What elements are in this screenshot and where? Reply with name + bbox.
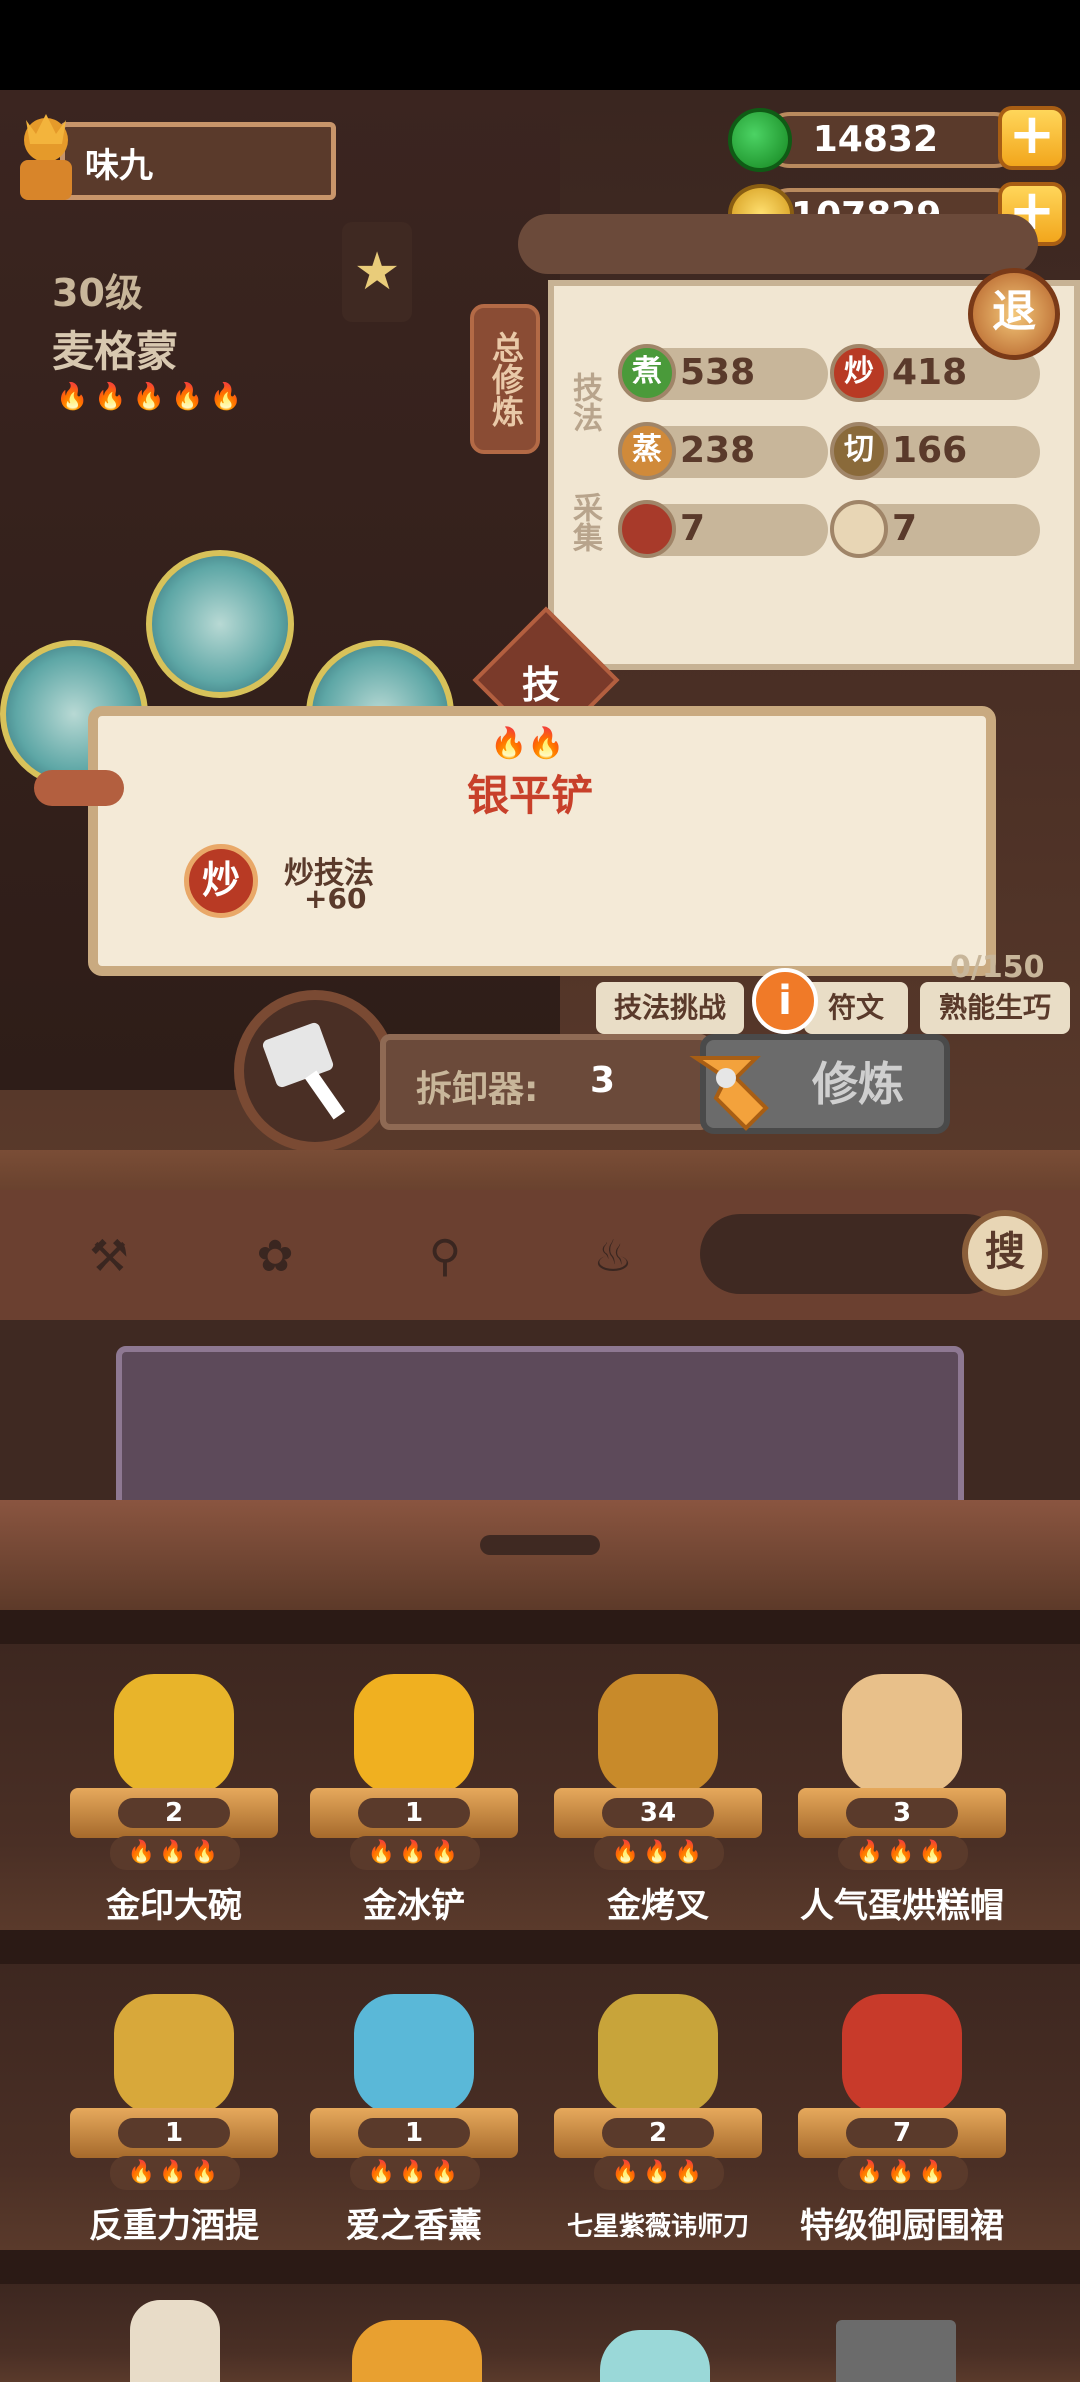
item-count: 1 — [358, 2118, 470, 2148]
roasting-fork-icon — [598, 1674, 718, 1794]
item-name: 金冰铲 — [363, 1886, 465, 1926]
skill-challenge-button[interactable]: 技法挑战 — [596, 982, 744, 1034]
skill-value: 166 — [892, 430, 968, 471]
item-flames: 🔥🔥🔥 — [110, 1836, 240, 1870]
item-flames: 🔥🔥🔥 — [594, 1836, 724, 1870]
flame-category-icon[interactable]: ♨ — [578, 1222, 648, 1292]
tooltip-skill-value: +60 — [304, 882, 367, 915]
item-card[interactable]: 34 🔥🔥🔥 金烤叉 — [538, 1656, 778, 1936]
rune-button[interactable]: 符文 — [804, 982, 908, 1034]
tooltip-pointer — [34, 770, 124, 806]
teapot-icon[interactable] — [600, 2330, 710, 2382]
section-skill-label: 技法 — [567, 372, 602, 432]
ice-scoop-icon — [354, 1674, 474, 1794]
skill-value: 238 — [680, 430, 756, 471]
skill-icon: 煮 — [618, 344, 676, 402]
item-name: 七星紫薇讳师刀 — [566, 2212, 749, 2242]
cake-hat-icon — [842, 1674, 962, 1794]
skill-icon: 炒 — [830, 344, 888, 402]
character-level: 30级 — [52, 271, 143, 315]
meat-icon — [618, 500, 676, 558]
tool-box-icon[interactable] — [836, 2320, 956, 2382]
item-name: 爱之香薰 — [346, 2206, 482, 2246]
stir-fry-icon: 炒 — [184, 844, 258, 918]
character-rank-flames: 🔥🔥🔥🔥🔥 — [56, 382, 248, 412]
tooltip-flames: 🔥🔥 — [490, 726, 565, 761]
character-name: 麦格蒙 — [52, 327, 179, 376]
tab-total-training[interactable]: 总修炼 — [470, 304, 540, 454]
feather-hat-icon[interactable] — [130, 2300, 220, 2382]
shelf-slot — [480, 1535, 600, 1555]
skill-value: 538 — [680, 352, 756, 393]
item-count: 1 — [118, 2118, 230, 2148]
item-flames: 🔥🔥🔥 — [838, 1836, 968, 1870]
jade-counter: 14832 — [762, 112, 1022, 168]
item-card[interactable]: 7 🔥🔥🔥 特级御厨围裙 — [782, 1976, 1022, 2256]
item-name: 金印大碗 — [106, 1886, 242, 1926]
gather-value: 7 — [892, 508, 918, 549]
info-button[interactable]: i — [752, 968, 818, 1034]
item-flames: 🔥🔥🔥 — [594, 2156, 724, 2190]
search-input[interactable] — [700, 1214, 1006, 1294]
player-avatar-icon[interactable] — [6, 110, 86, 206]
item-name: 金烤叉 — [607, 1886, 709, 1926]
dismantler-label: 拆卸器: — [416, 1069, 539, 1110]
spatula-category-icon[interactable]: ⚒ — [74, 1222, 144, 1292]
skill-diamond-label: 技 — [522, 663, 561, 707]
item-card[interactable]: 3 🔥🔥🔥 人气蛋烘糕帽 — [782, 1656, 1022, 1936]
scroll-rod — [518, 214, 1038, 274]
knife-charm-icon — [598, 1994, 718, 2114]
pan-category-icon[interactable]: ⚲ — [410, 1222, 480, 1292]
item-flames: 🔥🔥🔥 — [350, 2156, 480, 2190]
progress-counter: 0/150 — [950, 950, 1045, 985]
item-count: 7 — [846, 2118, 958, 2148]
wine-ladle-icon — [114, 1994, 234, 2114]
status-bar — [0, 0, 1080, 90]
exit-button[interactable]: 退 — [968, 268, 1060, 360]
bun-icon — [830, 500, 888, 558]
item-card[interactable]: 1 🔥🔥🔥 金冰铲 — [294, 1656, 534, 1936]
display-shelf — [0, 1500, 1080, 1610]
item-count: 3 — [846, 1798, 958, 1828]
item-count: 34 — [602, 1798, 714, 1828]
star-icon[interactable]: ★ — [342, 222, 412, 322]
proficiency-button[interactable]: 熟能生巧 — [920, 982, 1070, 1034]
section-gather-label: 采集 — [567, 492, 602, 552]
search-button[interactable]: 搜 — [962, 1210, 1048, 1296]
item-flames: 🔥🔥🔥 — [110, 2156, 240, 2190]
item-count: 2 — [602, 2118, 714, 2148]
display-panel — [116, 1346, 964, 1512]
gather-value: 7 — [680, 508, 706, 549]
item-count: 2 — [118, 1798, 230, 1828]
lotus-orb-icon[interactable] — [146, 550, 294, 698]
tooltip-title: 银平铲 — [466, 771, 593, 820]
player-name: 味九 — [85, 146, 153, 186]
bowl-icon — [114, 1674, 234, 1794]
item-card[interactable]: 1 🔥🔥🔥 爱之香薰 — [294, 1976, 534, 2256]
incense-burner-icon — [354, 1994, 474, 2114]
apron-icon — [842, 1994, 962, 2114]
add-jade-button[interactable]: + — [998, 106, 1066, 170]
dismantler-icon[interactable] — [676, 1028, 796, 1148]
dismantler-count: 3 — [590, 1060, 616, 1101]
item-flames: 🔥🔥🔥 — [350, 1836, 480, 1870]
item-card[interactable]: 2 🔥🔥🔥 七星紫薇讳师刀 — [538, 1976, 778, 2256]
jade-icon — [728, 108, 792, 172]
item-count: 1 — [358, 1798, 470, 1828]
skill-icon: 切 — [830, 422, 888, 480]
item-name: 特级御厨围裙 — [800, 2206, 1004, 2246]
item-name: 人气蛋烘糕帽 — [800, 1886, 1004, 1926]
item-card[interactable]: 1 🔥🔥🔥 反重力酒提 — [54, 1976, 294, 2256]
item-flames: 🔥🔥🔥 — [838, 2156, 968, 2190]
skill-icon: 蒸 — [618, 422, 676, 480]
item-name: 反重力酒提 — [89, 2206, 259, 2246]
item-card[interactable]: 2 🔥🔥🔥 金印大碗 — [54, 1656, 294, 1936]
gear-category-icon[interactable]: ✿ — [240, 1222, 310, 1292]
golden-pan-icon[interactable] — [352, 2320, 482, 2382]
skill-value: 418 — [892, 352, 968, 393]
